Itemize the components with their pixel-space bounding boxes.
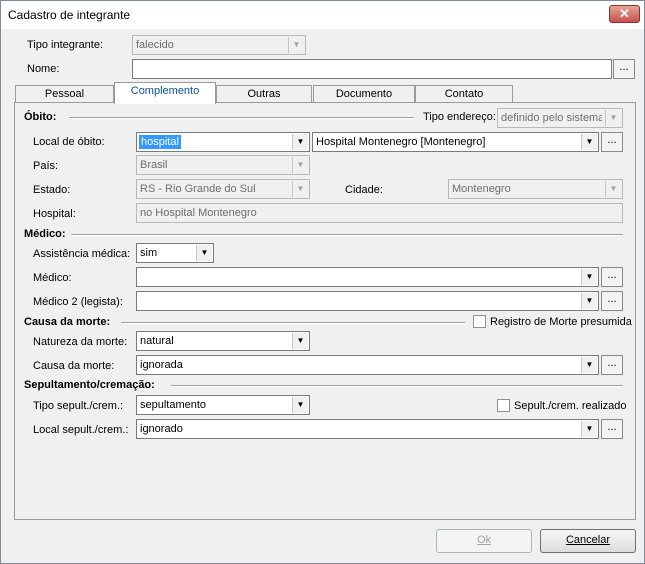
assistencia-medica-select[interactable]: sim ▼ <box>136 243 214 263</box>
local-sepultamento-label: Local sepult./crem.: <box>33 424 129 436</box>
window-title: Cadastro de integrante <box>8 8 131 22</box>
local-sepultamento-select[interactable]: ignorado ▼ <box>136 419 599 439</box>
local-obito-detail-select[interactable]: Hospital Montenegro [Montenegro] ▼ <box>312 132 599 152</box>
medico-heading: Médico: <box>24 228 66 240</box>
tab-contato[interactable]: Contato <box>415 85 513 103</box>
chevron-down-icon: ▼ <box>581 293 597 309</box>
pais-label: País: <box>33 160 59 172</box>
local-sepultamento-value: ignorado <box>140 423 183 435</box>
tab-outras-informacoes[interactable]: Outras informações <box>216 85 312 117</box>
tipo-endereco-label: Tipo endereço: <box>423 111 496 123</box>
medico-select[interactable]: ▼ <box>136 267 599 287</box>
sepultamento-realizado-checkbox[interactable] <box>497 399 510 412</box>
tipo-sepultamento-value: sepultamento <box>140 399 207 411</box>
local-obito-lookup-button[interactable]: ... <box>601 132 623 152</box>
tipo-sepultamento-label: Tipo sepult./crem.: <box>33 400 124 412</box>
sepultamento-heading: Sepultamento/cremação: <box>24 379 155 391</box>
causa-label: Causa da morte: <box>33 360 115 372</box>
cancel-button[interactable]: Cancelar <box>540 529 636 553</box>
causa-select[interactable]: ignorada ▼ <box>136 355 599 375</box>
tab-documento[interactable]: Documento <box>313 85 415 103</box>
tab-panel-complemento <box>14 102 636 520</box>
cidade-select[interactable]: Montenegro ▼ <box>448 179 623 199</box>
tipo-endereco-value: definido pelo sistema <box>501 112 602 124</box>
registro-morte-presumida-checkbox[interactable] <box>473 315 486 328</box>
causa-divider <box>121 322 465 324</box>
local-obito-label: Local de óbito: <box>33 136 105 148</box>
causa-heading: Causa da morte: <box>24 316 111 328</box>
natureza-label: Natureza da morte: <box>33 336 128 348</box>
chevron-down-icon: ▼ <box>581 269 597 285</box>
cidade-label: Cidade: <box>345 184 383 196</box>
hospital-label: Hospital: <box>33 208 76 220</box>
chevron-down-icon: ▼ <box>292 397 308 413</box>
obito-divider <box>69 117 414 119</box>
title-bar: Cadastro de integrante ✕ <box>1 1 644 29</box>
estado-value: RS - Rio Grande do Sul <box>140 183 256 195</box>
causa-lookup-button[interactable]: ... <box>601 355 623 375</box>
tipo-integrante-value: falecido <box>136 39 174 51</box>
nome-input[interactable] <box>132 59 612 79</box>
chevron-down-icon: ▼ <box>288 37 304 53</box>
causa-value: ignorada <box>140 359 183 371</box>
cidade-value: Montenegro <box>452 183 511 195</box>
ok-button[interactable]: Ok <box>436 529 532 553</box>
chevron-down-icon: ▼ <box>292 333 308 349</box>
estado-label: Estado: <box>33 184 71 196</box>
chevron-down-icon: ▼ <box>605 110 621 126</box>
natureza-select[interactable]: natural ▼ <box>136 331 310 351</box>
chevron-down-icon: ▼ <box>581 357 597 373</box>
medico-label: Médico: <box>33 272 72 284</box>
close-button[interactable]: ✕ <box>609 5 640 23</box>
registro-morte-presumida-label: Registro de Morte presumida <box>490 316 632 328</box>
tipo-sepultamento-select[interactable]: sepultamento ▼ <box>136 395 310 415</box>
tipo-endereco-select[interactable]: definido pelo sistema ▼ <box>497 108 623 128</box>
nome-label: Nome: <box>27 63 60 75</box>
dialog-window: Cadastro de integrante ✕ Tipo integrante… <box>0 0 645 564</box>
pais-value: Brasil <box>140 159 168 171</box>
hospital-field[interactable]: no Hospital Montenegro <box>136 203 623 223</box>
local-obito-value: hospital <box>139 135 181 149</box>
tab-pessoal[interactable]: Pessoal <box>15 85 114 103</box>
chevron-down-icon: ▼ <box>292 157 308 173</box>
chevron-down-icon: ▼ <box>581 421 597 437</box>
natureza-value: natural <box>140 335 174 347</box>
assistencia-medica-label: Assistência médica: <box>33 248 131 260</box>
pais-select[interactable]: Brasil ▼ <box>136 155 310 175</box>
chevron-down-icon: ▼ <box>196 245 212 261</box>
close-icon: ✕ <box>619 6 630 21</box>
medico2-label: Médico 2 (legista): <box>33 296 123 308</box>
chevron-down-icon: ▼ <box>292 134 308 150</box>
tipo-integrante-select[interactable]: falecido ▼ <box>132 35 306 55</box>
obito-heading: Óbito: <box>24 111 57 123</box>
chevron-down-icon: ▼ <box>605 181 621 197</box>
medico2-select[interactable]: ▼ <box>136 291 599 311</box>
estado-select[interactable]: RS - Rio Grande do Sul ▼ <box>136 179 310 199</box>
chevron-down-icon: ▼ <box>581 134 597 150</box>
assistencia-medica-value: sim <box>140 247 158 259</box>
local-obito-detail-value: Hospital Montenegro [Montenegro] <box>316 136 486 148</box>
ok-button-label: Ok <box>476 534 492 546</box>
local-sepultamento-lookup-button[interactable]: ... <box>601 419 623 439</box>
medico2-lookup-button[interactable]: ... <box>601 291 623 311</box>
chevron-down-icon: ▼ <box>292 181 308 197</box>
local-obito-select[interactable]: hospital ▼ <box>136 132 310 152</box>
tab-complemento[interactable]: Complemento <box>114 82 216 104</box>
medico-divider <box>71 234 623 236</box>
medico-lookup-button[interactable]: ... <box>601 267 623 287</box>
sepultamento-divider <box>171 385 623 387</box>
sepultamento-realizado-label: Sepult./crem. realizado <box>514 400 627 412</box>
cancel-button-label: Cancelar <box>565 534 611 546</box>
tipo-integrante-label: Tipo integrante: <box>27 39 104 51</box>
nome-lookup-button[interactable]: ... <box>613 59 635 79</box>
